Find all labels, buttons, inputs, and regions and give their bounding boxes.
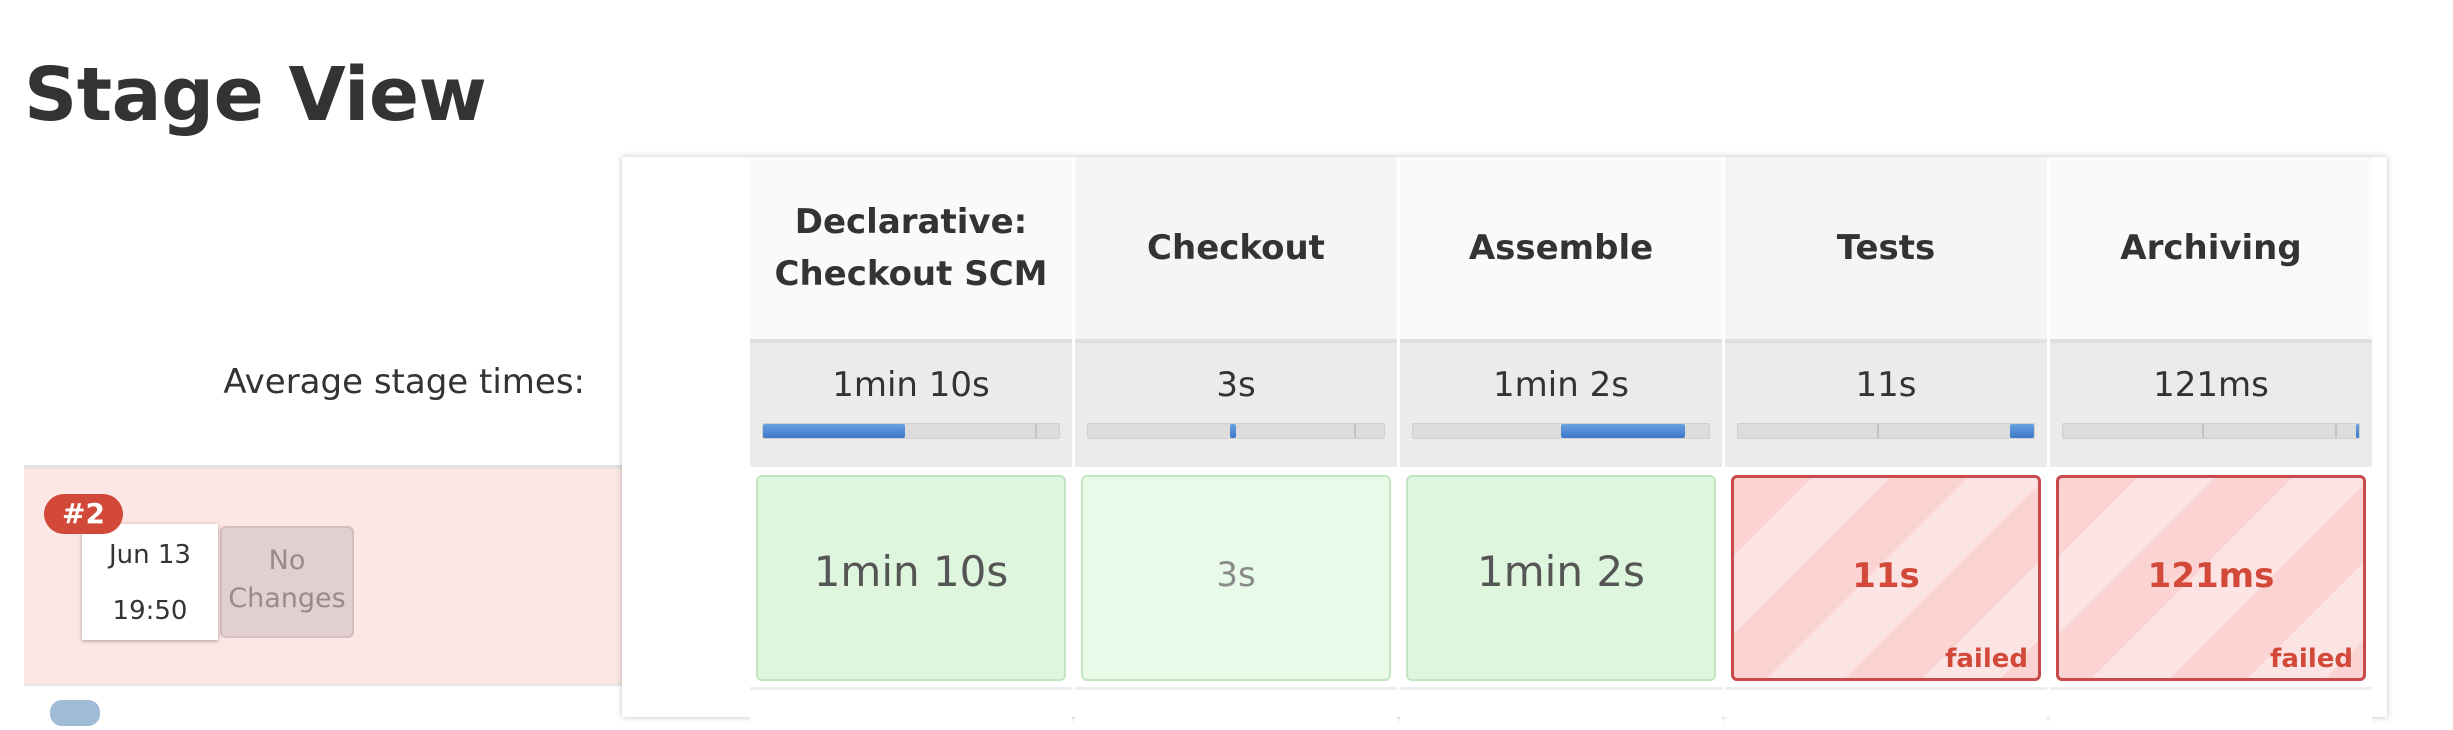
stage-header-label: Declarative: Checkout SCM: [774, 202, 1048, 294]
build-time: 19:50: [112, 596, 188, 626]
stage-header-label: Tests: [1836, 228, 1936, 268]
stage-average-bar: [1412, 423, 1710, 439]
changes-label: No Changes: [228, 545, 346, 614]
build-number-badge[interactable]: #2: [44, 494, 123, 534]
stage-header-label: Checkout: [1147, 228, 1325, 268]
stage-run-duration: 3s: [1216, 555, 1256, 595]
build-row[interactable]: #2 Jun 13 19:50 No Changes: [24, 465, 624, 684]
stage-run-cell-success[interactable]: 3s: [1081, 475, 1391, 681]
stage-header-label: Assemble: [1468, 228, 1654, 268]
stage-header: Assemble: [1400, 157, 1722, 339]
stage-average-bar: [2062, 423, 2360, 439]
stage-average-bar: [1737, 423, 2035, 439]
average-bar-fill: [763, 424, 906, 438]
next-build-row[interactable]: [24, 683, 624, 726]
next-run-cell[interactable]: [2050, 687, 2372, 730]
table-gutter: [622, 157, 750, 717]
stage-header: Checkout: [1075, 157, 1397, 339]
stage-average-bar: [1087, 423, 1385, 439]
stage-run-cell-failed[interactable]: 121ms failed: [2056, 475, 2366, 681]
stage-average-time: 1min 2s: [1493, 365, 1629, 405]
stage-view-table: Declarative: Checkout SCM Checkout Assem…: [622, 157, 2387, 730]
average-stage-times-label: Average stage times:: [223, 362, 585, 402]
average-bar-tick: [2202, 424, 2205, 438]
build-date: Jun 13: [109, 540, 191, 570]
stage-run-duration: 11s: [1852, 556, 1920, 596]
stage-average-cell: 11s: [1725, 339, 2047, 467]
stage-run-cell-success[interactable]: 1min 10s: [756, 475, 1066, 681]
stage-header: Tests: [1725, 157, 2047, 339]
stage-header: Declarative: Checkout SCM: [750, 157, 1072, 339]
stage-run-cell-failed[interactable]: 11s failed: [1731, 475, 2041, 681]
stage-average-cell: 1min 2s: [1400, 339, 1722, 467]
stage-average-cell: 1min 10s: [750, 339, 1072, 467]
stage-average-time: 11s: [1855, 365, 1917, 405]
stage-average-bar: [762, 423, 1060, 439]
stage-run-cell-success[interactable]: 1min 2s: [1406, 475, 1716, 681]
next-build-badge[interactable]: [50, 700, 100, 726]
average-bar-fill: [2356, 424, 2359, 438]
stage-run-duration: 121ms: [2147, 556, 2275, 596]
stage-status-label: failed: [1945, 644, 2028, 674]
average-bar-tick: [1035, 424, 1038, 438]
stage-average-time: 3s: [1216, 365, 1256, 405]
next-run-cell[interactable]: [1075, 687, 1397, 730]
average-bar-fill: [1561, 424, 1686, 438]
next-run-cell[interactable]: [750, 687, 1072, 730]
stage-run-duration: 1min 2s: [1477, 547, 1645, 596]
average-bar-fill: [1230, 424, 1236, 438]
stage-average-cell: 3s: [1075, 339, 1397, 467]
stage-header-label: Archiving: [2120, 228, 2302, 268]
stage-average-cell: 121ms: [2050, 339, 2372, 467]
next-run-cell[interactable]: [1725, 687, 2047, 730]
next-run-cell[interactable]: [1400, 687, 1722, 730]
average-bar-tick: [1877, 424, 1880, 438]
stage-average-time: 121ms: [2153, 365, 2269, 405]
stage-header: Archiving: [2050, 157, 2372, 339]
stage-run-duration: 1min 10s: [813, 547, 1009, 596]
changes-box[interactable]: No Changes: [220, 526, 354, 638]
build-date-box[interactable]: Jun 13 19:50: [82, 524, 218, 640]
page-title: Stage View: [24, 52, 487, 138]
average-bar-fill: [2010, 424, 2034, 438]
average-bar-tick: [2335, 424, 2338, 438]
stage-average-time: 1min 10s: [832, 365, 990, 405]
average-bar-tick: [1354, 424, 1357, 438]
stage-status-label: failed: [2270, 644, 2353, 674]
